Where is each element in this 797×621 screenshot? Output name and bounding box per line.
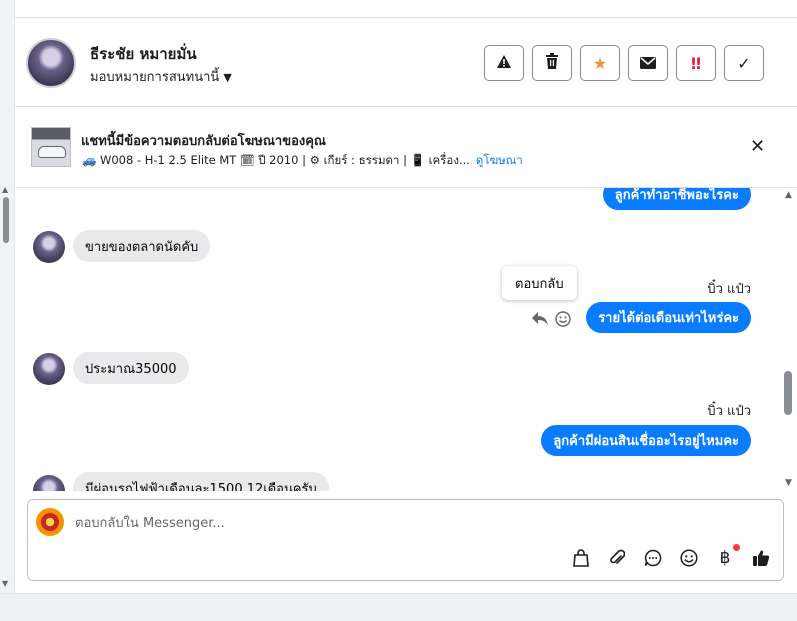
outgoing-message[interactable]: ลูกค้าทำอาชีพอะไรคะ [602,188,751,210]
contact-avatar-small[interactable] [33,475,65,491]
outgoing-message[interactable]: รายได้ต่อเดือนเท่าไหร่คะ [586,302,751,333]
sender-name: บิ๋ว แป๋ว [707,282,751,297]
shopping-bag-icon[interactable] [569,546,593,570]
scroll-down-arrow-icon[interactable]: ▼ [2,579,8,588]
mail-icon [640,54,656,73]
car-image [38,146,66,158]
incoming-message[interactable]: ขายของตลาดนัดคับ [73,230,211,262]
warning-icon [496,54,512,73]
sender-name: บิ๋ว แป๋ว [707,404,751,419]
incoming-message[interactable]: ประมาณ35000 [73,352,189,384]
reply-tooltip: ตอบกลับ [502,266,577,300]
scrollbar-thumb[interactable] [784,371,792,415]
mark-unread-button[interactable] [628,45,668,81]
ad-banner-title: แชทนี้มีข้อความตอบกลับต่อโฆษณาของคุณ [81,134,326,149]
notification-dot [733,544,740,551]
outgoing-message[interactable]: ลูกค้ามีผ่อนสินเชื่ออะไรอยู่ไหมคะ [541,425,751,456]
ad-reply-banner: แชทนี้มีข้อความตอบกลับต่อโฆษณาของคุณ 🚙 W… [14,108,797,188]
page-avatar [36,508,64,536]
reply-icon[interactable] [532,312,548,329]
contact-avatar-small[interactable] [33,231,65,263]
scroll-up-arrow-icon[interactable]: ▲ [785,190,792,200]
view-ad-link[interactable]: ดูโฆษณา [476,153,523,167]
assign-label: มอบหมายการสนทนานี้ [90,70,220,85]
mark-done-button[interactable]: ✓ [724,45,764,81]
message-composer: ฿ [27,499,784,581]
bottom-strip [0,593,797,621]
message-thread[interactable]: ลูกค้าทำอาชีพอะไรคะ ขายของตลาดนัดคับ ตอบ… [14,188,797,491]
scrollbar-thumb[interactable] [3,197,9,243]
left-scrollbar[interactable]: ▲ ▼ [0,185,12,593]
incoming-message[interactable]: มีผ่อนรถไฟฟ้าเดือนละ1500 12เดือนครับ [73,472,329,491]
paperclip-icon[interactable] [605,546,629,570]
check-icon: ✓ [737,53,751,73]
mark-spam-button[interactable] [484,45,524,81]
react-emoji-icon[interactable] [555,311,571,331]
contact-name[interactable]: ธีระชัย หมายมั่น [90,42,197,66]
emoji-icon[interactable] [677,546,701,570]
thumbs-up-icon[interactable] [749,546,773,570]
delete-button[interactable] [532,45,572,81]
conversation-header: ธีระชัย หมายมั่น มอบหมายการสนทนานี้ ▼ ★ ‼… [14,18,797,107]
assign-conversation-dropdown[interactable]: มอบหมายการสนทนานี้ ▼ [90,66,232,87]
reply-input[interactable] [75,512,675,534]
ad-details: 🚙 W008 - H-1 2.5 Elite MT 🗓 ปี 2010 | ⚙ … [82,152,523,170]
caret-down-icon: ▼ [223,71,232,84]
scroll-down-arrow-icon[interactable]: ▼ [785,478,792,488]
ad-details-text: 🚙 W008 - H-1 2.5 Elite MT 🗓 ปี 2010 | ⚙ … [82,153,470,167]
star-icon: ★ [592,53,608,73]
right-scrollbar[interactable]: ▲ ▼ [781,188,797,491]
trash-icon [545,53,559,73]
follow-up-button[interactable]: ‼ [676,45,716,81]
saved-reply-icon[interactable] [641,546,665,570]
priority-icon: ‼ [690,53,702,73]
close-icon[interactable]: ✕ [750,136,765,157]
contact-avatar-small[interactable] [33,353,65,385]
ad-thumbnail[interactable] [31,127,71,167]
star-button[interactable]: ★ [580,45,620,81]
contact-avatar[interactable] [26,38,76,88]
scroll-up-arrow-icon[interactable]: ▲ [2,185,8,194]
